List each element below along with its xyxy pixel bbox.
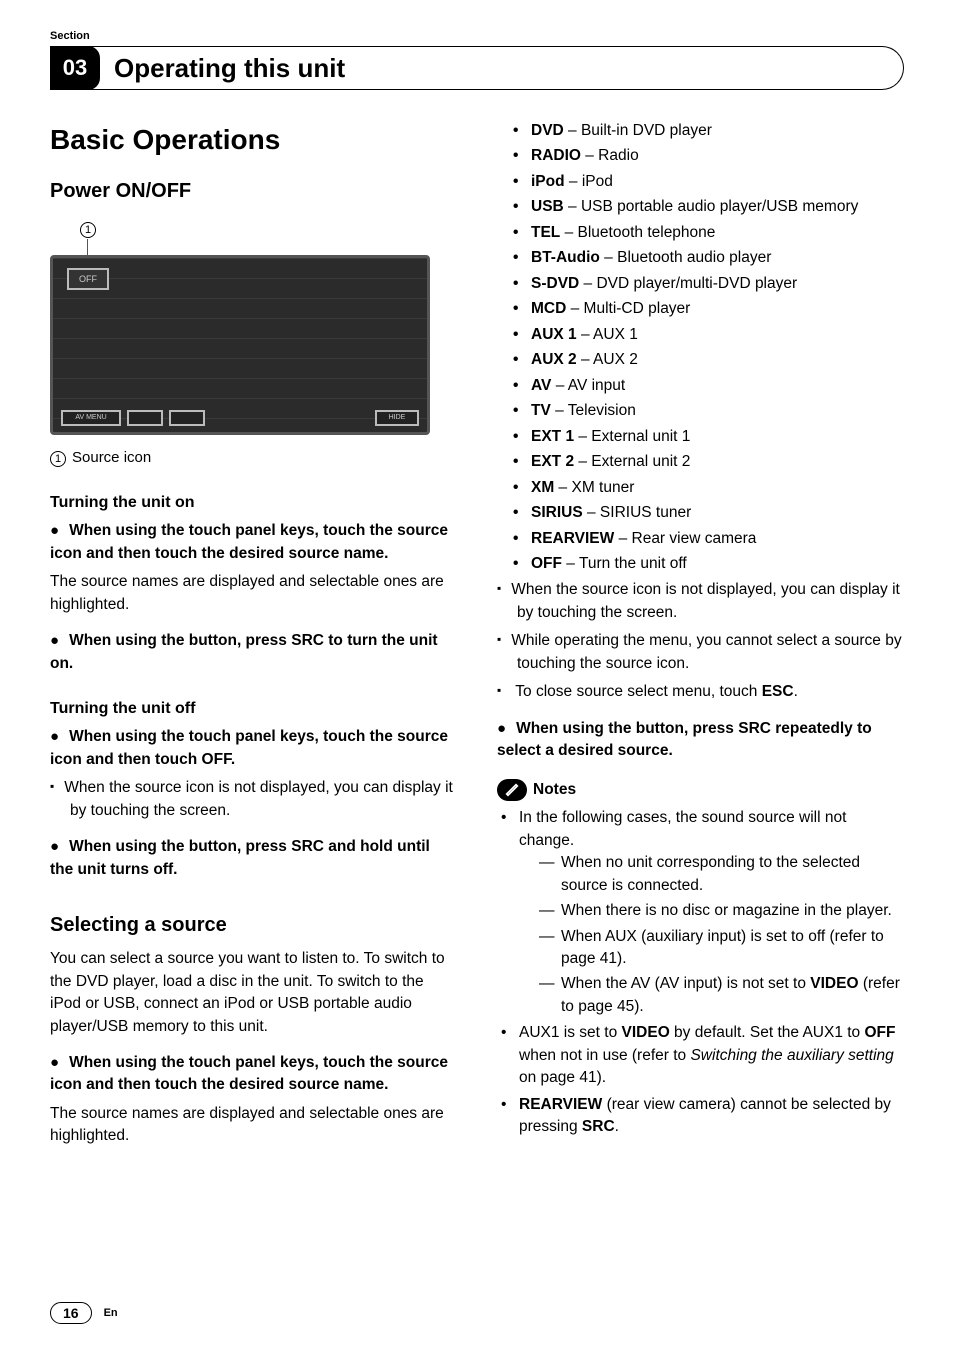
notes-label: Notes (533, 779, 576, 801)
heading-selecting-source: Selecting a source (50, 911, 457, 940)
notes-list: In the following cases, the sound source… (497, 807, 904, 1139)
caption-text: Source icon (72, 449, 151, 466)
select-source-instruction: When using the touch panel keys, touch t… (50, 1052, 457, 1097)
turn-on-instruction-2: When using the button, press SRC to turn… (50, 630, 457, 675)
source-list-item: TV – Television (513, 400, 904, 422)
section-label: Section (50, 30, 904, 42)
select-source-detail: The source names are displayed and selec… (50, 1103, 457, 1148)
source-list-item: TEL – Bluetooth telephone (513, 222, 904, 244)
language-code: En (104, 1307, 118, 1319)
select-source-intro: You can select a source you want to list… (50, 948, 457, 1038)
figure-device-screen: 1 OFF AV MENU HIDE (50, 218, 430, 436)
page-footer: 16 En (50, 1302, 118, 1324)
left-column: Basic Operations Power ON/OFF 1 OFF AV M… (50, 120, 457, 1154)
chapter-title: Operating this unit (114, 53, 345, 84)
source-list: DVD – Built-in DVD player RADIO – Radio iP… (497, 120, 904, 575)
source-list-item: REARVIEW – Rear view camera (513, 528, 904, 550)
heading-turning-off: Turning the unit off (50, 697, 457, 720)
source-list-item: AUX 1 – AUX 1 (513, 324, 904, 346)
source-note-1: When the source icon is not displayed, y… (497, 579, 904, 624)
turn-on-detail: The source names are displayed and selec… (50, 571, 457, 616)
source-list-item: AUX 2 – AUX 2 (513, 349, 904, 371)
note-1-subitem: When AUX (auxiliary input) is set to off… (539, 926, 904, 971)
caption-circle-1: 1 (50, 451, 66, 467)
source-list-item: BT-Audio – Bluetooth audio player (513, 247, 904, 269)
turn-off-instruction-2: When using the button, press SRC and hol… (50, 836, 457, 881)
source-list-item: USB – USB portable audio player/USB memo… (513, 196, 904, 218)
source-list-item: AV – AV input (513, 375, 904, 397)
notes-header: Notes (497, 779, 904, 801)
heading-turning-on: Turning the unit on (50, 491, 457, 514)
source-list-item: SIRIUS – SIRIUS tuner (513, 502, 904, 524)
turn-off-note: When the source icon is not displayed, y… (50, 777, 457, 822)
note-item-3: REARVIEW (rear view camera) cannot be se… (501, 1094, 904, 1139)
heading-power-on-off: Power ON/OFF (50, 177, 457, 206)
source-list-item: S-DVD – DVD player/multi-DVD player (513, 273, 904, 295)
note-item-2: AUX1 is set to VIDEO by default. Set the… (501, 1022, 904, 1089)
heading-basic-operations: Basic Operations (50, 120, 457, 161)
note-1-sublist: When no unit corresponding to the select… (519, 852, 904, 1018)
device-button-small-2 (169, 410, 205, 426)
source-list-item: EXT 2 – External unit 2 (513, 451, 904, 473)
section-number-badge: 03 (50, 46, 100, 90)
callout-circle-1: 1 (80, 222, 96, 238)
source-list-item: MCD – Multi-CD player (513, 298, 904, 320)
note-1-subitem: When no unit corresponding to the select… (539, 852, 904, 897)
device-button-small-1 (127, 410, 163, 426)
device-av-menu-button: AV MENU (61, 410, 121, 426)
device-hide-button: HIDE (375, 410, 419, 426)
turn-off-instruction-1: When using the touch panel keys, touch t… (50, 726, 457, 771)
note-1-subitem: When the AV (AV input) is not set to VID… (539, 973, 904, 1018)
turn-on-instruction-1: When using the touch panel keys, touch t… (50, 520, 457, 565)
chapter-header: 03 Operating this unit (50, 46, 904, 90)
source-note-3: To close source select menu, touch ESC. (497, 681, 904, 703)
source-list-item: XM – XM tuner (513, 477, 904, 499)
page-number: 16 (50, 1302, 92, 1324)
note-item-1: In the following cases, the sound source… (501, 807, 904, 1018)
source-list-item: DVD – Built-in DVD player (513, 120, 904, 142)
source-list-item: OFF – Turn the unit off (513, 553, 904, 575)
source-list-item: iPod – iPod (513, 171, 904, 193)
note-1-subitem: When there is no disc or magazine in the… (539, 900, 904, 922)
figure-caption: 1 Source icon (50, 447, 457, 469)
source-list-item: RADIO – Radio (513, 145, 904, 167)
source-note-2: While operating the menu, you cannot sel… (497, 630, 904, 675)
select-source-button-instruction: When using the button, press SRC repeate… (497, 718, 904, 763)
notes-icon (497, 779, 527, 801)
device-off-button: OFF (67, 268, 109, 290)
source-list-item: EXT 1 – External unit 1 (513, 426, 904, 448)
right-column: DVD – Built-in DVD player RADIO – Radio iP… (497, 120, 904, 1154)
